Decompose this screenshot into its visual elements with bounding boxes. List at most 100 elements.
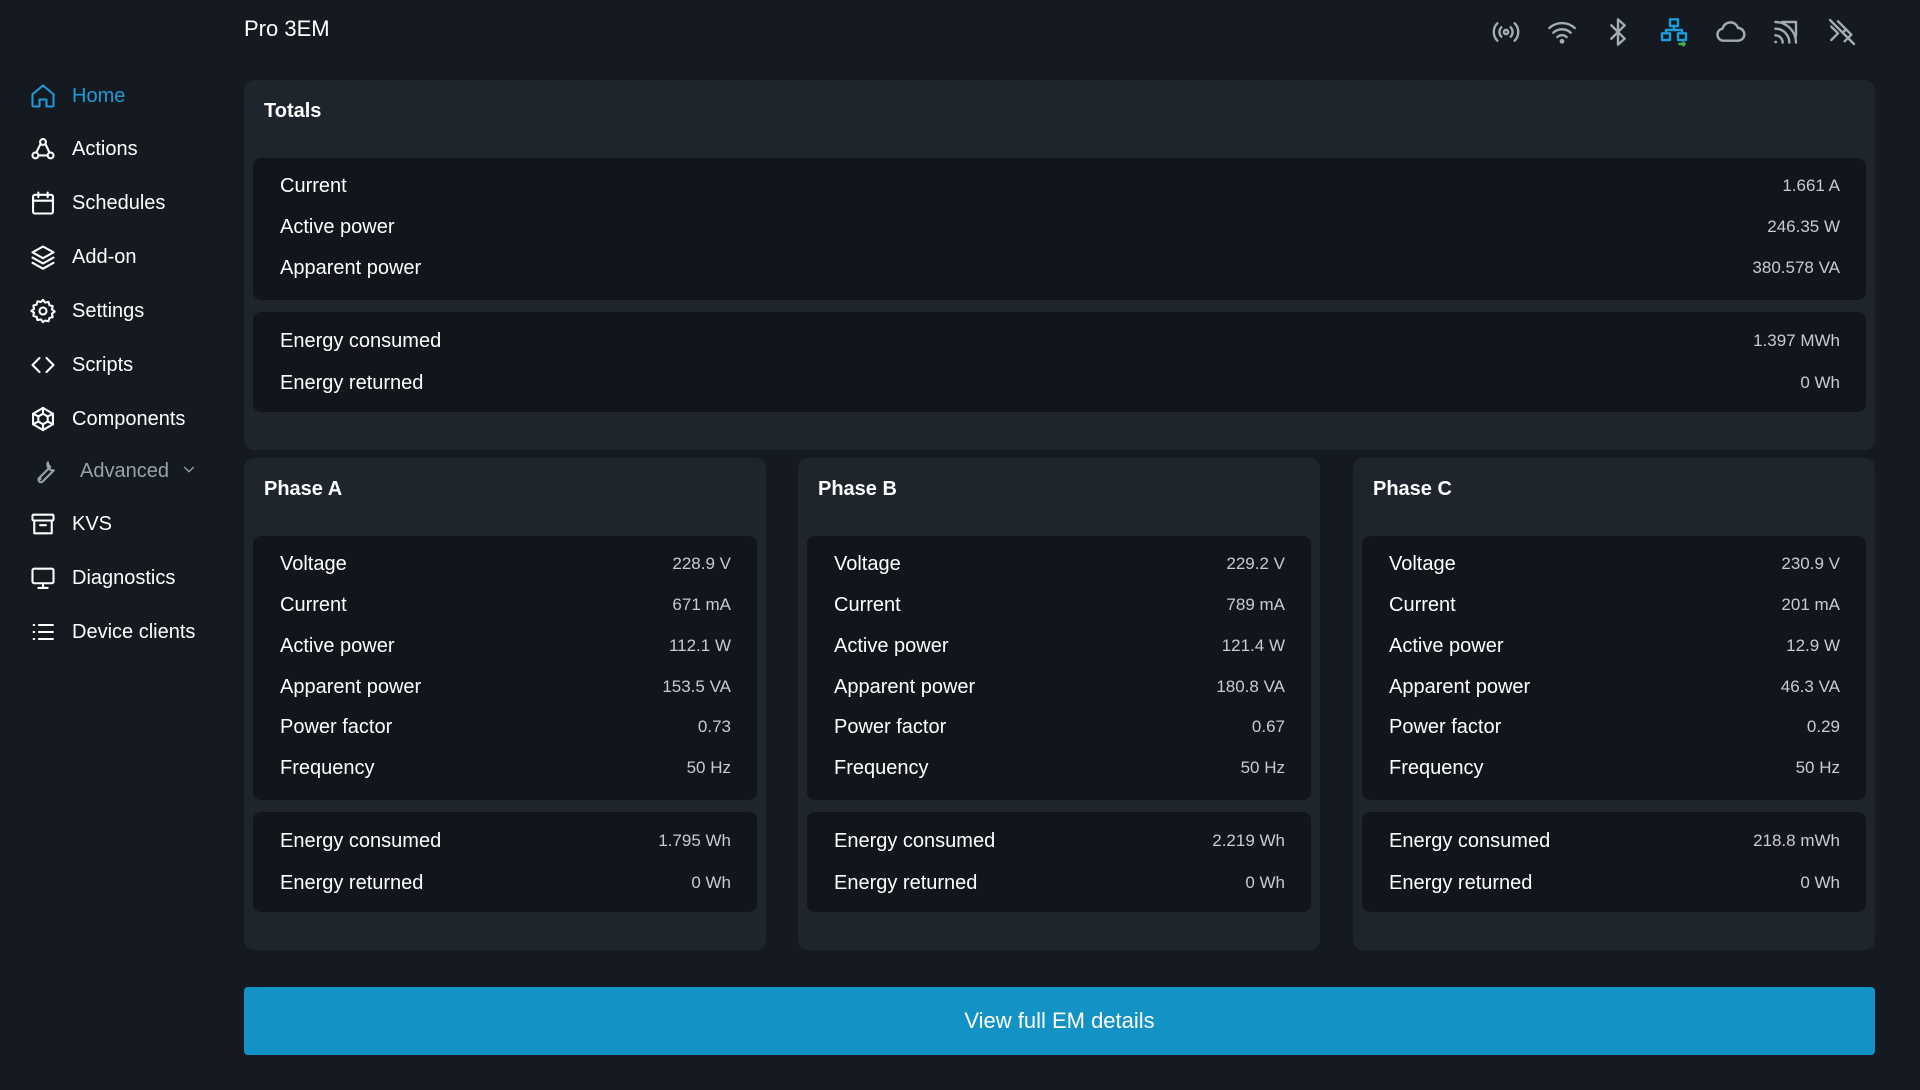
energy-value: 2.219 Wh: [1212, 831, 1285, 850]
view-em-details-button[interactable]: View full EM details: [244, 987, 1875, 1055]
measurement-value: 0.29: [1806, 717, 1840, 736]
wrench-icon: [30, 456, 60, 486]
sidebar-item-label: Scripts: [72, 353, 134, 376]
phase-c-card: Phase C Voltage 230.9 V Current 201 mA Act…: [1353, 458, 1875, 950]
sidebar-item-label: Advanced: [80, 459, 169, 482]
websocket-off-icon[interactable]: [1824, 14, 1860, 50]
sidebar: Home Actions Schedules Add-on Settings S…: [0, 0, 220, 1090]
measurement-value: 380.578 VA: [1752, 258, 1840, 277]
sidebar-item-components[interactable]: Components: [28, 399, 185, 439]
measurement-value: 12.9 W: [1786, 636, 1840, 655]
mqtt-icon[interactable]: [1768, 14, 1804, 50]
sidebar-item-settings[interactable]: Settings: [28, 291, 144, 331]
energy-row: Energy consumed 2.219 Wh: [834, 827, 1285, 855]
sidebar-item-label: Actions: [72, 137, 138, 160]
sidebar-item-home[interactable]: Home: [28, 76, 125, 116]
phase-title: Phase B: [818, 478, 897, 500]
energy-value: 218.8 mWh: [1753, 831, 1840, 850]
sidebar-item-label: Schedules: [72, 191, 166, 214]
phase-b-card: Phase B Voltage 229.2 V Current 789 mA Act…: [798, 458, 1320, 950]
sidebar-item-label: Device clients: [72, 620, 196, 643]
measurement-value: 201 mA: [1781, 595, 1840, 614]
measurement-label: Frequency: [280, 756, 375, 779]
measurement-row: Active power 246.35 W: [280, 213, 1840, 241]
ethernet-icon[interactable]: [1656, 14, 1692, 50]
measurement-value: 112.1 W: [668, 636, 731, 655]
measurement-label: Voltage: [1389, 552, 1456, 575]
sidebar-item-actions[interactable]: Actions: [28, 129, 138, 169]
sidebar-item-scripts[interactable]: Scripts: [28, 345, 133, 385]
measurement-label: Voltage: [834, 552, 901, 575]
totals-card: Totals Current 1.661 A Active power 246.…: [244, 80, 1875, 450]
measurement-value: 230.9 V: [1781, 554, 1840, 573]
measurement-label: Apparent power: [280, 256, 422, 279]
gear-icon: [28, 296, 58, 326]
measurement-row: Power factor 0.73: [280, 713, 731, 741]
bluetooth-icon[interactable]: [1600, 14, 1636, 50]
sidebar-item-label: KVS: [72, 512, 113, 535]
measurement-value: 180.8 VA: [1216, 677, 1285, 696]
status-bar: [1488, 14, 1860, 50]
sidebar-item-diagnostics[interactable]: Diagnostics: [28, 558, 175, 598]
measurement-value: 0.73: [697, 717, 731, 736]
measurement-row: Apparent power 46.3 VA: [1389, 673, 1840, 701]
measurement-row: Apparent power 380.578 VA: [280, 254, 1840, 282]
archive-icon: [28, 509, 58, 539]
measurement-row: Voltage 230.9 V: [1389, 550, 1840, 578]
device-name: Pro 3EM: [244, 16, 330, 41]
sidebar-item-schedules[interactable]: Schedules: [28, 183, 165, 223]
chevron-down-icon: [181, 460, 197, 483]
measurement-value: 228.9 V: [672, 554, 731, 573]
phase-measurements: Voltage 228.9 V Current 671 mA Active powe…: [253, 536, 757, 800]
energy-row: Energy returned 0 Wh: [1389, 869, 1840, 897]
measurement-row: Frequency 50 Hz: [1389, 754, 1840, 782]
measurement-label: Frequency: [1389, 756, 1484, 779]
energy-label: Energy returned: [834, 871, 978, 894]
measurement-label: Power factor: [1389, 715, 1502, 738]
wifi-icon[interactable]: [1544, 14, 1580, 50]
measurement-label: Frequency: [834, 756, 929, 779]
measurement-value: 671 mA: [672, 595, 731, 614]
energy-label: Energy consumed: [1389, 829, 1551, 852]
components-icon: [28, 404, 58, 434]
phase-energy: Energy consumed 1.795 Wh Energy returned 0…: [253, 812, 757, 912]
sidebar-item-advanced[interactable]: Advanced: [30, 451, 197, 491]
broadcast-icon[interactable]: [1488, 14, 1524, 50]
phase-measurements: Voltage 229.2 V Current 789 mA Active powe…: [807, 536, 1311, 800]
phase-a-card: Phase A Voltage 228.9 V Current 671 mA Act…: [244, 458, 766, 950]
measurement-row: Apparent power 153.5 VA: [280, 673, 731, 701]
phase-measurements: Voltage 230.9 V Current 201 mA Active powe…: [1362, 536, 1866, 800]
measurement-value: 0.67: [1251, 717, 1285, 736]
sidebar-item-label: Home: [72, 84, 126, 107]
energy-value: 0 Wh: [1800, 873, 1840, 892]
sidebar-item-device-clients[interactable]: Device clients: [28, 612, 195, 652]
measurement-row: Current 1.661 A: [280, 172, 1840, 200]
measurement-row: Power factor 0.67: [834, 713, 1285, 741]
measurement-row: Active power 12.9 W: [1389, 632, 1840, 660]
sidebar-item-kvs[interactable]: KVS: [28, 504, 112, 544]
measurement-value: 50 Hz: [686, 758, 731, 777]
webhook-icon: [28, 134, 58, 164]
measurement-row: Frequency 50 Hz: [280, 754, 731, 782]
measurement-row: Active power 112.1 W: [280, 632, 731, 660]
code-icon: [28, 350, 58, 380]
energy-label: Energy consumed: [280, 329, 442, 352]
phase-title: Phase C: [1373, 478, 1452, 500]
measurement-value: 246.35 W: [1767, 217, 1840, 236]
measurement-value: 153.5 VA: [662, 677, 731, 696]
energy-value: 1.795 Wh: [658, 831, 731, 850]
sidebar-item-label: Diagnostics: [72, 566, 176, 589]
sidebar-item-add-on[interactable]: Add-on: [28, 237, 137, 277]
measurement-row: Power factor 0.29: [1389, 713, 1840, 741]
energy-row: Energy consumed 218.8 mWh: [1389, 827, 1840, 855]
energy-label: Energy consumed: [834, 829, 996, 852]
measurement-row: Apparent power 180.8 VA: [834, 673, 1285, 701]
layers-icon: [28, 242, 58, 272]
measurement-label: Active power: [280, 215, 395, 238]
energy-value: 0 Wh: [691, 873, 731, 892]
measurement-label: Voltage: [280, 552, 347, 575]
list-icon: [28, 617, 58, 647]
cloud-icon[interactable]: [1712, 14, 1748, 50]
measurement-row: Current 201 mA: [1389, 591, 1840, 619]
measurement-row: Active power 121.4 W: [834, 632, 1285, 660]
